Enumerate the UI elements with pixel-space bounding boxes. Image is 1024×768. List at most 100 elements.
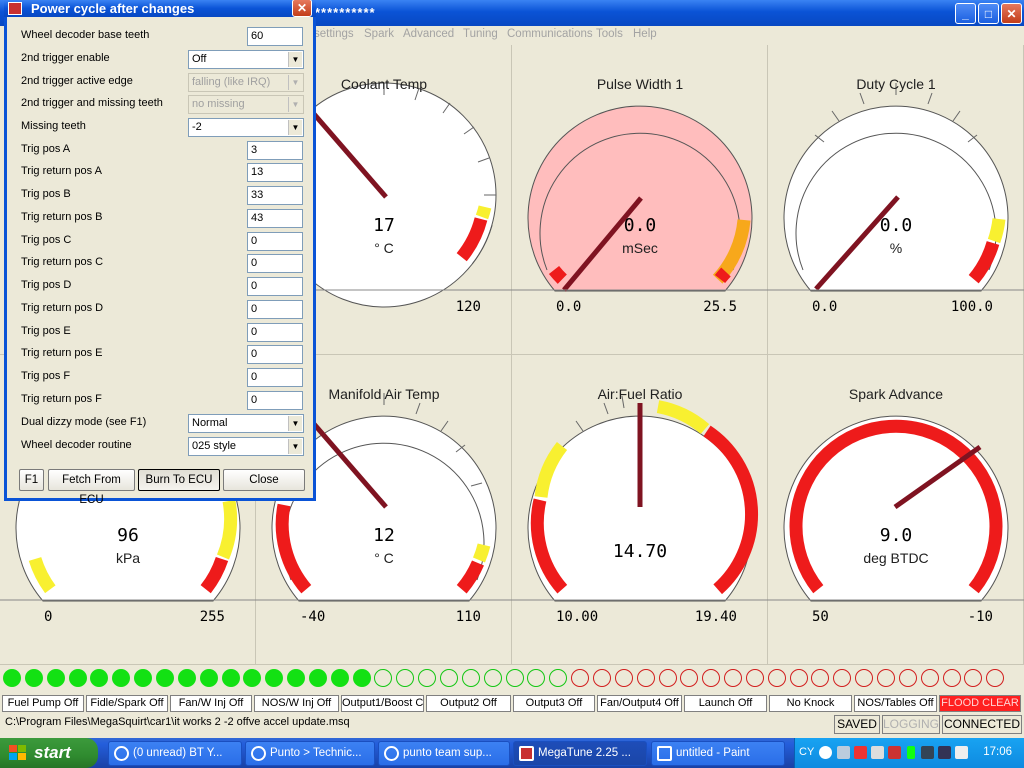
menu-help[interactable]: Help [633,28,657,40]
chevron-down-icon[interactable]: ▼ [288,75,302,90]
main-window-title: ********** [315,5,376,20]
field-input[interactable]: 0 [247,300,303,319]
system-tray: CY 17:06 [794,738,1024,768]
dialog-close-button[interactable]: ✕ [292,0,312,17]
field-select[interactable]: Normal ▼ [188,414,304,433]
field-label: Trig return pos D [21,302,104,314]
settings-icon[interactable] [871,746,884,759]
indicator-led [855,669,874,687]
indicator-led [287,669,306,687]
indicator-led [592,669,611,687]
volume-icon[interactable] [955,746,968,759]
display-icon[interactable] [938,746,951,759]
field-value: 0 [251,303,258,315]
chevron-down-icon[interactable]: ▼ [288,416,302,431]
field-row: Trig return pos A 13 [7,162,313,183]
field-input[interactable]: 43 [247,209,303,228]
antivirus-icon[interactable] [888,746,901,759]
field-label: Trig pos B [21,188,71,200]
browser-icon [384,746,399,761]
field-input[interactable]: 0 [247,232,303,251]
field-select[interactable]: Off ▼ [188,50,304,69]
field-input[interactable]: 60 [247,27,303,46]
minimize-button[interactable]: _ [955,3,976,24]
close-window-button[interactable]: ✕ [1001,3,1022,24]
menu-communications[interactable]: Communications [507,28,593,40]
gauge-units: ° C [374,550,394,566]
field-value: 0 [251,348,258,360]
field-input[interactable]: 0 [247,277,303,296]
chevron-down-icon[interactable]: ▼ [288,120,302,135]
field-input[interactable]: 0 [247,368,303,387]
chevron-down-icon[interactable]: ▼ [288,52,302,67]
field-label: Trig return pos B [21,211,103,223]
indicator-led [789,669,808,687]
gauge-max: -10 [967,609,993,625]
indicator-led [68,669,87,687]
status-knock: No Knock [769,695,852,712]
field-select[interactable]: -2 ▼ [188,118,304,137]
dialog-titlebar[interactable]: Power cycle after changes ✕ [4,0,316,17]
indicator-led [221,669,240,687]
menu-advanced[interactable]: Advanced [403,28,454,40]
field-input[interactable]: 0 [247,323,303,342]
field-label: Trig return pos F [21,393,102,405]
indicator-led [265,669,284,687]
field-row: 2nd trigger active edge falling (like IRQ… [7,72,313,93]
gauge-min: 0 [44,609,53,625]
chart-icon[interactable] [854,746,867,759]
task-punto-team[interactable]: punto team sup... [378,741,510,766]
burn-to-ecu-button[interactable]: Burn To ECU [138,469,220,491]
monitor-icon[interactable] [921,746,934,759]
field-value: Normal [192,417,228,429]
task-label: untitled - Paint [676,747,750,759]
field-input[interactable]: 0 [247,254,303,273]
status-output1-boost: Output1/Boost C [341,695,424,712]
field-input[interactable]: 0 [247,345,303,364]
close-button[interactable]: Close [223,469,305,491]
minimize-icon: _ [962,6,969,21]
menu-spark[interactable]: Spark [364,28,394,40]
field-row: 2nd trigger and missing teeth no missing ▼ [7,94,313,115]
chevron-down-icon[interactable]: ▼ [288,439,302,454]
start-button[interactable]: start [0,738,98,768]
indicator-led [112,669,131,687]
indicator-led [352,669,371,687]
field-input[interactable]: 0 [247,391,303,410]
field-row: Trig pos C 0 [7,231,313,252]
maximize-button[interactable]: □ [978,3,999,24]
gauge-min: 0.0 [812,299,838,315]
task-bt-yahoo[interactable]: (0 unread) BT Y... [108,741,242,766]
field-input[interactable]: 33 [247,186,303,205]
gauge-pulse-width-1: Pulse Width 1 0.0 mSec 0.0 25.5 [512,45,768,355]
gauge-value: 0.0 [623,215,657,236]
taskbar: start (0 unread) BT Y... Punto > Technic… [0,738,1024,768]
gauge-title: Duty Cycle 1 [856,76,936,92]
f1-help-button[interactable]: F1 [19,469,44,491]
task-megatune[interactable]: MegaTune 2.25 ... [513,741,647,766]
field-select[interactable]: 025 style ▼ [188,437,304,456]
back-arrow-icon[interactable] [819,746,832,759]
chevron-down-icon[interactable]: ▼ [288,97,302,112]
clock[interactable]: 17:06 [983,746,1012,758]
indicator-led [24,669,43,687]
field-row: Trig return pos F 0 [7,390,313,411]
menu-tuning[interactable]: Tuning [463,28,498,40]
indicator-led [811,669,830,687]
language-indicator[interactable]: CY [799,746,814,758]
indicator-led [90,669,109,687]
fetch-from-ecu-button[interactable]: Fetch From ECU [48,469,135,506]
field-input[interactable]: 3 [247,141,303,160]
indicator-led [46,669,65,687]
network-icon[interactable] [837,746,850,759]
field-label: 2nd trigger and missing teeth [21,97,163,109]
browser-icon [251,746,266,761]
field-input[interactable]: 13 [247,163,303,182]
menu-settings[interactable]: settings [314,28,354,40]
battery-icon[interactable] [907,746,915,759]
task-punto-technic[interactable]: Punto > Technic... [245,741,375,766]
menu-tools[interactable]: Tools [596,28,623,40]
task-paint[interactable]: untitled - Paint [651,741,785,766]
indicator-led [877,669,895,687]
gauge-title: Pulse Width 1 [596,76,684,92]
